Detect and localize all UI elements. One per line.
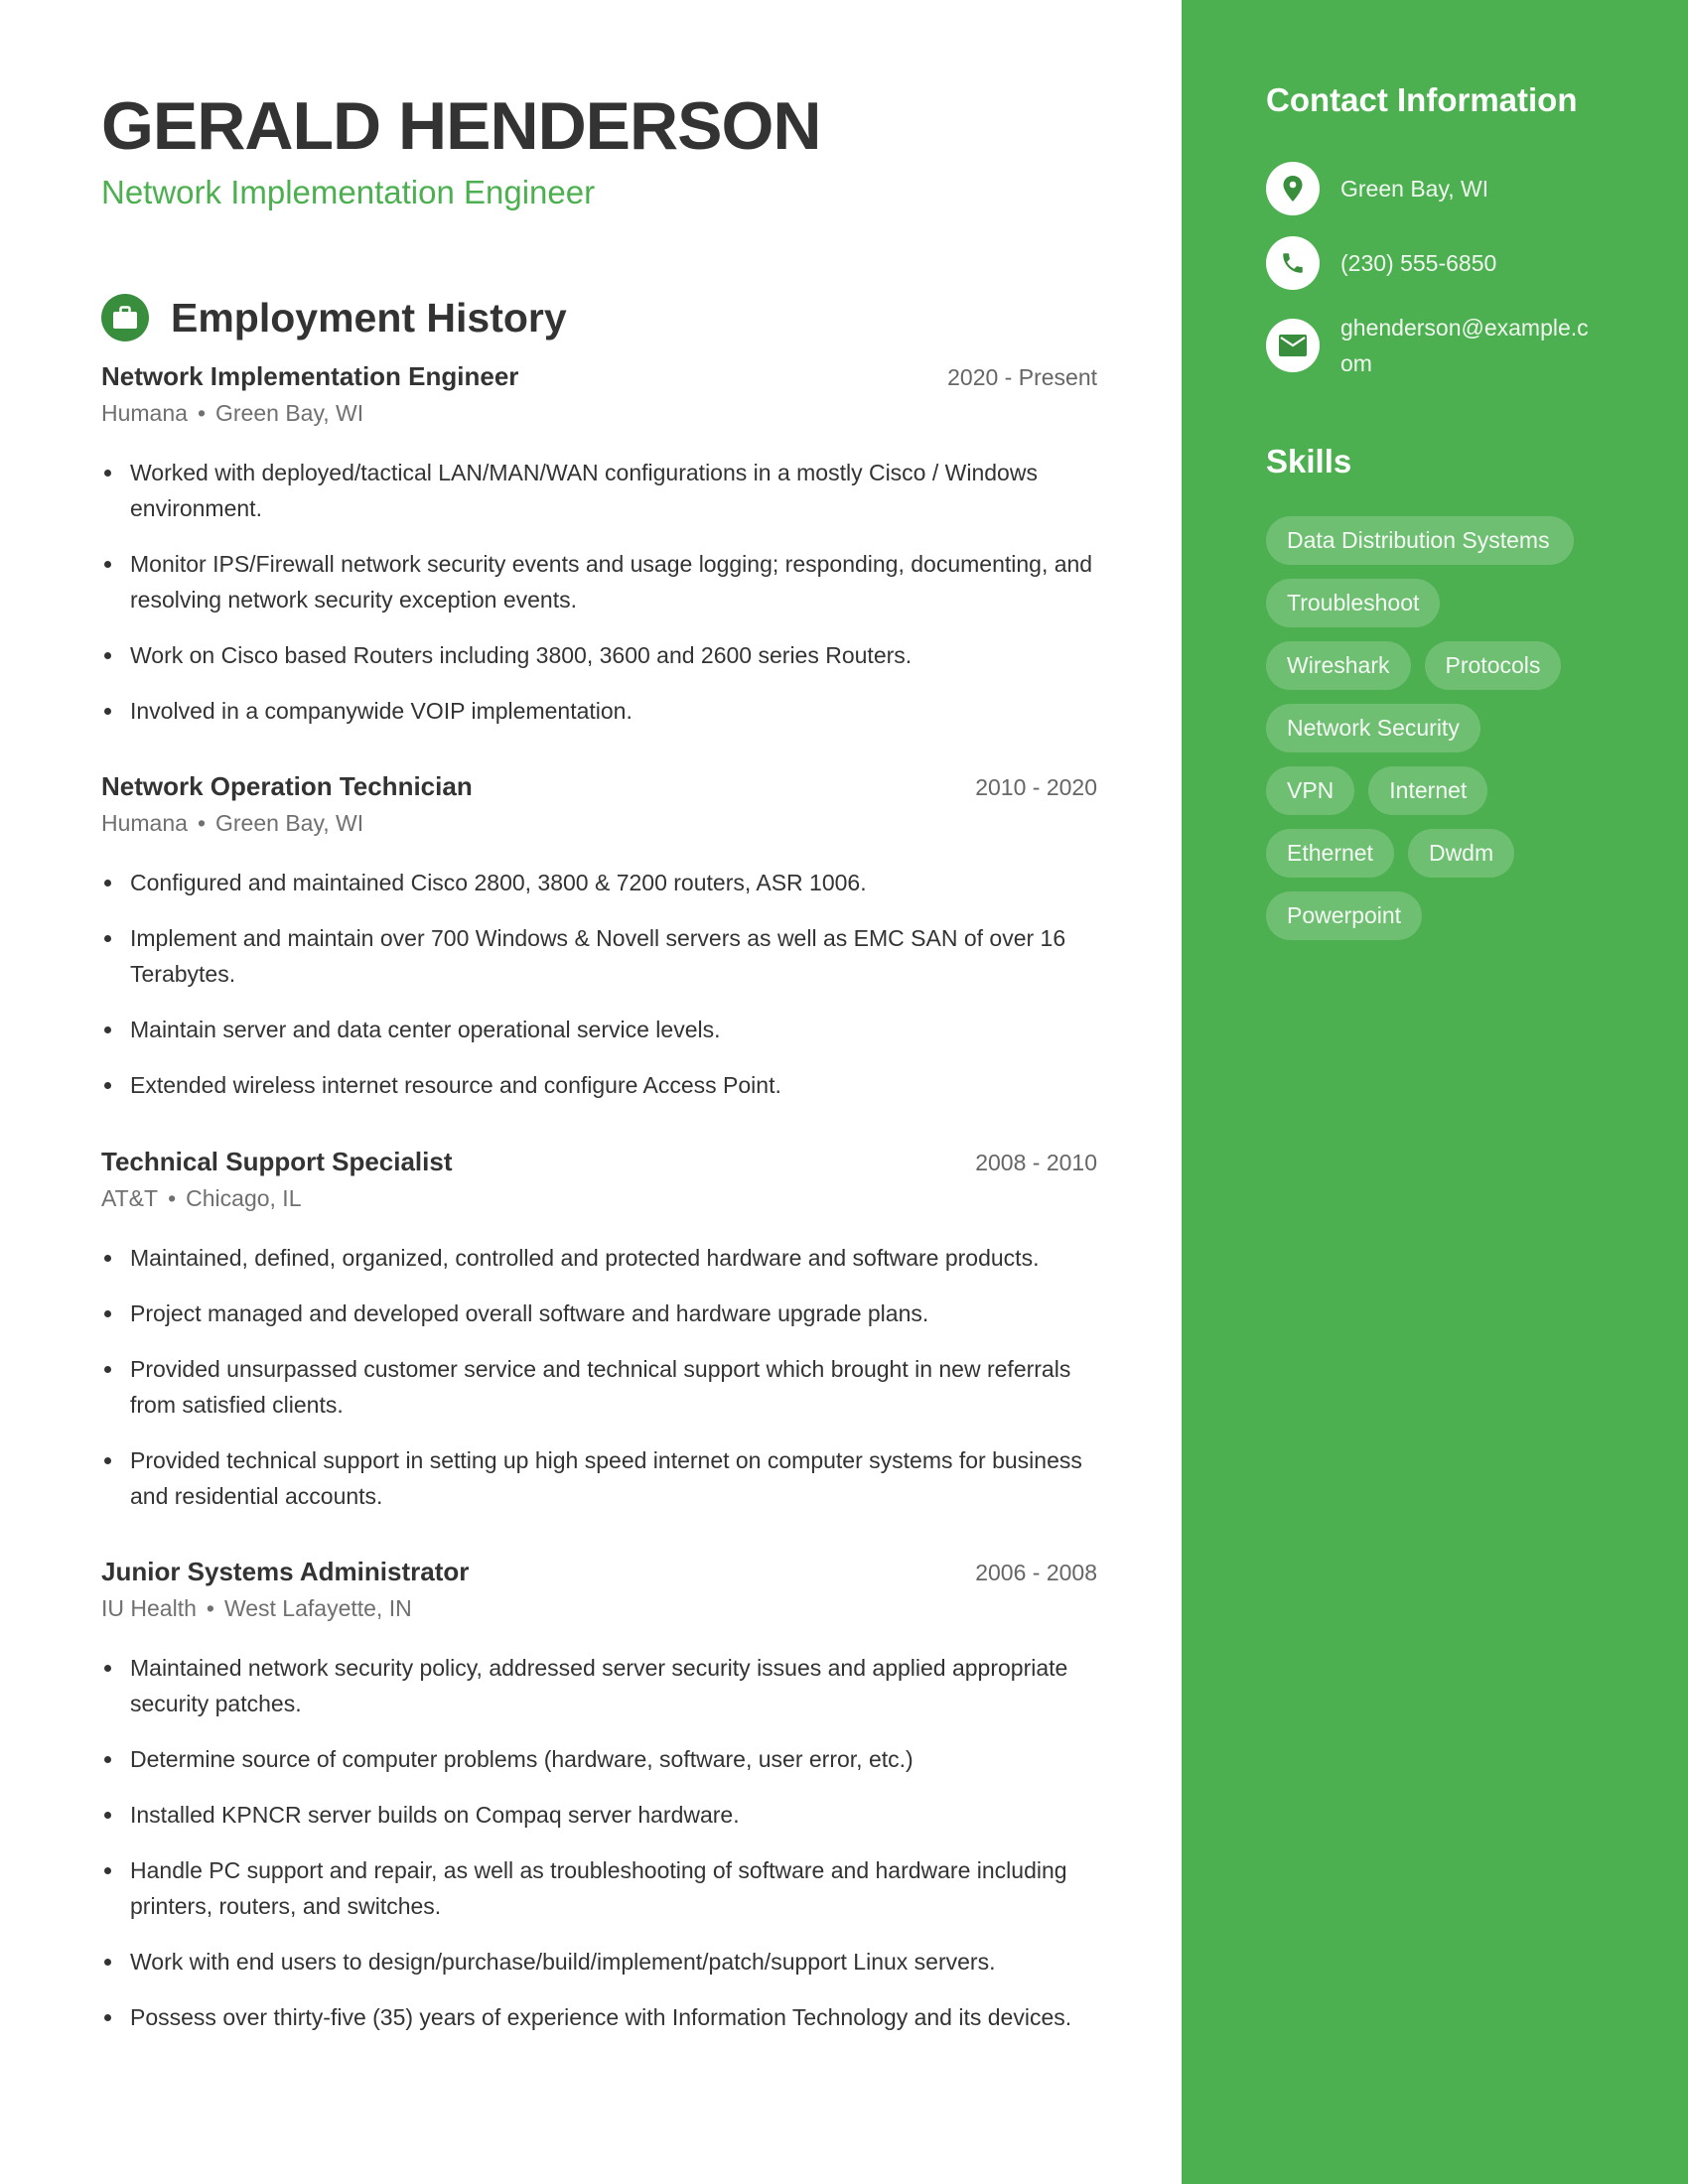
job-bullet: Implement and maintain over 700 Windows … [101, 920, 1097, 992]
job-bullet: Work on Cisco based Routers including 38… [101, 637, 1097, 673]
employment-section-header: Employment History [101, 294, 567, 341]
skill-chip: Internet [1368, 766, 1488, 815]
candidate-name: GERALD HENDERSON [101, 88, 821, 164]
job-title: Junior Systems Administrator [101, 1557, 470, 1586]
skill-chip: Powerpoint [1266, 891, 1423, 940]
job-bullet: Configured and maintained Cisco 2800, 38… [101, 865, 1097, 900]
job-bullet: Work with end users to design/purchase/b… [101, 1944, 1097, 1979]
contact-text: Green Bay, WI [1340, 176, 1489, 202]
contact-email: ghenderson@example.com [1266, 310, 1599, 381]
job-meta: IU Health • West Lafayette, IN [101, 1595, 1097, 1622]
skill-chip: Network Security [1266, 704, 1480, 752]
job-location: Green Bay, WI [215, 810, 364, 836]
candidate-title: Network Implementation Engineer [101, 174, 596, 210]
job-bullet: Handle PC support and repair, as well as… [101, 1852, 1097, 1924]
skills-list: Data Distribution Systems Troubleshoot W… [1266, 516, 1604, 954]
job-meta: AT&T • Chicago, IL [101, 1185, 1097, 1212]
job-bullet: Installed KPNCR server builds on Compaq … [101, 1797, 1097, 1833]
skill-chip: Dwdm [1407, 829, 1515, 878]
skill-chip: Protocols [1424, 641, 1562, 690]
phone-icon [1266, 236, 1320, 290]
section-title: Employment History [171, 294, 567, 341]
job-bullet: Maintained network security policy, addr… [101, 1650, 1097, 1721]
job-company: Humana [101, 810, 188, 836]
skills-title: Skills [1266, 443, 1352, 479]
job-bullets: Worked with deployed/tactical LAN/MAN/WA… [101, 455, 1097, 729]
email-icon [1266, 319, 1320, 372]
job-bullet: Involved in a companywide VOIP implement… [101, 693, 1097, 729]
job-bullet: Provided technical support in setting up… [101, 1442, 1097, 1514]
contact-location: Green Bay, WI [1266, 162, 1488, 215]
job-company: AT&T [101, 1185, 159, 1211]
job-bullets: Configured and maintained Cisco 2800, 38… [101, 865, 1097, 1103]
skill-chip: Ethernet [1266, 829, 1394, 878]
job-bullet: Worked with deployed/tactical LAN/MAN/WA… [101, 455, 1097, 526]
job-bullet: Monitor IPS/Firewall network security ev… [101, 546, 1097, 617]
job-company: IU Health [101, 1595, 197, 1621]
job-title: Network Implementation Engineer [101, 361, 519, 391]
job-bullet: Maintained, defined, organized, controll… [101, 1240, 1097, 1276]
job-bullet: Project managed and developed overall so… [101, 1296, 1097, 1331]
job-bullet: Possess over thirty-five (35) years of e… [101, 1999, 1097, 2035]
job-company: Humana [101, 400, 188, 426]
job-bullet: Provided unsurpassed customer service an… [101, 1351, 1097, 1423]
job-location: Green Bay, WI [215, 400, 364, 426]
separator-dot: • [197, 810, 206, 836]
job-meta: Humana • Green Bay, WI [101, 400, 1097, 427]
skill-chip: Data Distribution Systems [1266, 516, 1574, 565]
job-dates: 2006 - 2008 [975, 1560, 1097, 1585]
separator-dot: • [206, 1595, 214, 1621]
job-bullet: Extended wireless internet resource and … [101, 1067, 1097, 1103]
separator-dot: • [168, 1185, 177, 1211]
job-entry: Technical Support Specialist 2008 - 2010… [101, 1147, 1097, 1534]
location-pin-icon [1266, 162, 1320, 215]
briefcase-icon [101, 294, 149, 341]
sidebar: Contact Information Green Bay, WI (230) … [1182, 0, 1688, 2184]
contact-phone: (230) 555-6850 [1266, 236, 1496, 290]
job-entry: Junior Systems Administrator 2006 - 2008… [101, 1557, 1097, 2055]
skill-chip: VPN [1266, 766, 1355, 815]
skill-chip: Troubleshoot [1266, 579, 1441, 627]
job-dates: 2020 - Present [947, 364, 1097, 390]
job-bullet: Maintain server and data center operatio… [101, 1012, 1097, 1047]
job-dates: 2010 - 2020 [975, 774, 1097, 800]
job-bullets: Maintained network security policy, addr… [101, 1650, 1097, 2035]
job-location: Chicago, IL [186, 1185, 302, 1211]
job-title: Technical Support Specialist [101, 1147, 453, 1176]
job-entry: Network Implementation Engineer 2020 - P… [101, 361, 1097, 749]
job-meta: Humana • Green Bay, WI [101, 810, 1097, 837]
job-bullets: Maintained, defined, organized, controll… [101, 1240, 1097, 1514]
separator-dot: • [197, 400, 206, 426]
contact-text: ghenderson@example.com [1340, 315, 1589, 376]
skill-chip: Wireshark [1266, 641, 1411, 690]
job-bullet: Determine source of computer problems (h… [101, 1741, 1097, 1777]
job-title: Network Operation Technician [101, 771, 473, 801]
job-location: West Lafayette, IN [223, 1595, 412, 1621]
job-dates: 2008 - 2010 [975, 1150, 1097, 1175]
contact-title: Contact Information [1266, 81, 1578, 118]
contact-text: (230) 555-6850 [1340, 250, 1497, 276]
job-entry: Network Operation Technician 2010 - 2020… [101, 771, 1097, 1123]
